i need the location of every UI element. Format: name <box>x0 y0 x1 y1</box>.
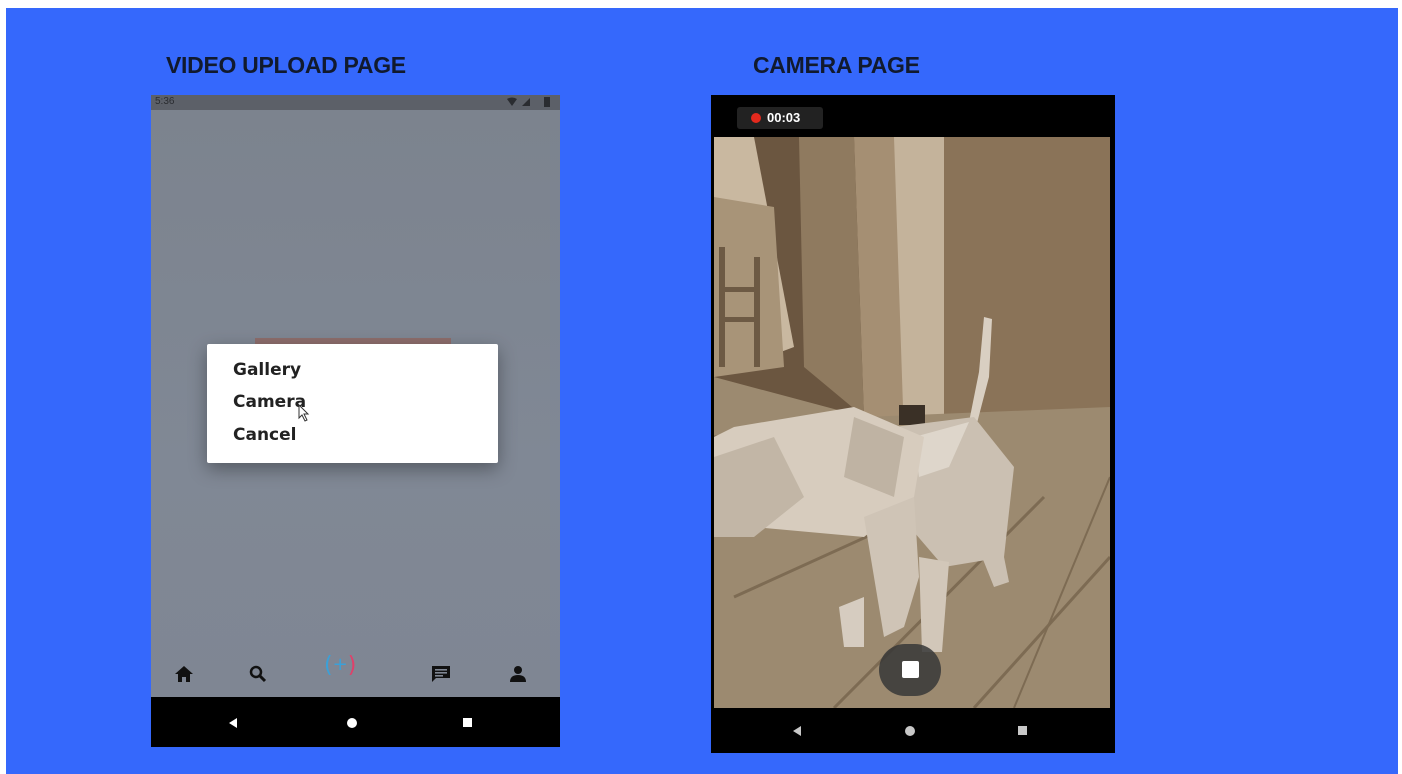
back-icon[interactable] <box>227 717 239 729</box>
stop-recording-button[interactable] <box>879 644 941 696</box>
recents-icon[interactable] <box>1017 725 1028 736</box>
recording-indicator: 00:03 <box>737 107 823 129</box>
status-icons <box>506 96 554 111</box>
signal-battery-icon <box>507 97 550 107</box>
recents-icon[interactable] <box>462 717 473 728</box>
bottom-navigation-bar: (+) <box>151 645 560 697</box>
back-icon[interactable] <box>791 725 803 737</box>
gallery-option[interactable]: Gallery <box>233 360 301 380</box>
home-circle-icon[interactable] <box>346 717 358 729</box>
mouse-cursor-icon <box>298 404 310 422</box>
add-video-right-bracket: ) <box>347 653 357 678</box>
system-navigation-bar <box>711 708 1115 753</box>
video-upload-page-title: VIDEO UPLOAD PAGE <box>166 52 406 78</box>
system-navigation-bar <box>151 697 560 747</box>
add-video-left-bracket: ( <box>324 653 333 678</box>
home-circle-icon[interactable] <box>904 725 916 737</box>
recording-time: 00:03 <box>767 110 801 125</box>
camera-viewfinder <box>714 137 1110 708</box>
add-video-plus-symbol: + <box>332 654 348 675</box>
status-bar: 5:36 <box>151 95 560 110</box>
search-icon[interactable] <box>249 665 267 683</box>
chat-icon[interactable] <box>431 665 451 683</box>
video-source-dialog: Gallery Camera Cancel <box>207 344 498 463</box>
home-icon[interactable] <box>174 665 194 683</box>
cancel-option[interactable]: Cancel <box>233 425 296 445</box>
profile-icon[interactable] <box>509 665 527 683</box>
camera-phone-screen: 00:03 <box>711 95 1115 753</box>
camera-page-title: CAMERA PAGE <box>753 52 920 78</box>
stop-icon <box>902 661 919 678</box>
add-video-button[interactable]: (+) <box>324 653 356 678</box>
status-time: 5:36 <box>155 96 175 107</box>
camera-option[interactable]: Camera <box>233 392 306 412</box>
camera-preview-image <box>714 137 1110 708</box>
video-upload-phone-screen: 5:36 Gallery Camera Cancel (+) <box>151 95 560 747</box>
recording-dot-icon <box>751 113 761 123</box>
